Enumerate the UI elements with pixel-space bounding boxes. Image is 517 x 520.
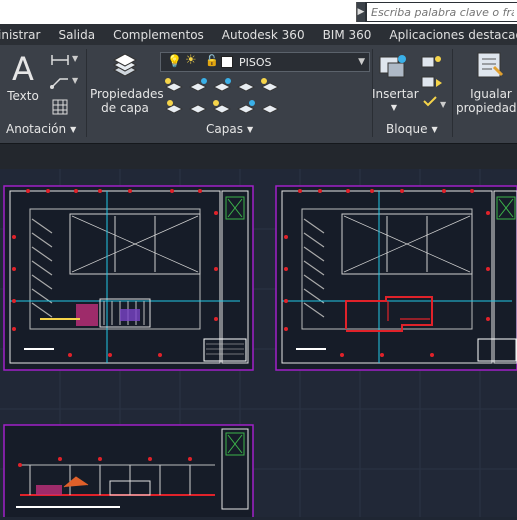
search-box[interactable]: ▶ [356, 2, 517, 22]
file-tab-bar [0, 143, 517, 170]
cad-drawing [0, 169, 517, 520]
tab-bim-360[interactable]: BIM 360 [323, 28, 372, 42]
tab-complementos[interactable]: Complementos [113, 28, 204, 42]
panel-divider [86, 49, 87, 137]
tab-administrar[interactable]: inistrar [0, 28, 40, 42]
layer-color-swatch [221, 56, 233, 68]
ribbon-tabs: inistrar Salida Complementos Autodesk 36… [0, 24, 517, 45]
igualar-label-1: Igualar [470, 87, 512, 101]
anotacion-label: Anotación [6, 122, 67, 136]
svg-text:▼: ▼ [440, 100, 447, 109]
chevron-down-icon: ▼ [431, 124, 438, 134]
chevron-down-icon: ▼ [70, 124, 77, 134]
dimension-icon[interactable] [50, 53, 70, 67]
match-properties-icon [477, 52, 504, 78]
lock-icon: 🔓 [205, 54, 219, 67]
ribbon: A Texto ▼ ▼ Anotación ▼ Propiedades de c… [0, 45, 517, 143]
viewport-bottom-section [3, 424, 254, 520]
dimension-dropdown-icon[interactable]: ▼ [72, 54, 78, 63]
insert-block-icon [379, 55, 406, 78]
drawing-canvas[interactable] [0, 169, 517, 520]
bloque-label: Bloque [386, 122, 428, 136]
texto-label: Texto [7, 89, 39, 103]
propiedades-de-capa-button[interactable]: Propiedades de capa [90, 87, 164, 115]
tab-autodesk-360[interactable]: Autodesk 360 [222, 28, 305, 42]
layer-dropdown[interactable]: 💡 ☀ 🔓 PISOS ▼ [160, 52, 370, 72]
capas-label: Capas [206, 122, 243, 136]
block-tools-icons[interactable]: ▼ [418, 53, 448, 117]
viewport-right-plan [275, 185, 517, 371]
sun-icon: ☀ [185, 53, 197, 68]
chevron-down-icon: ▼ [390, 103, 398, 112]
capas-panel-title[interactable]: Capas ▼ [206, 122, 253, 136]
tab-aplicaciones-destacadas[interactable]: Aplicaciones destacadas [389, 28, 517, 42]
insertar-label: Insertar [372, 87, 419, 101]
insertar-button[interactable]: Insertar ▼ [372, 87, 419, 115]
title-bar: ▶ [0, 0, 517, 24]
tab-salida[interactable]: Salida [58, 28, 95, 42]
current-layer-name: PISOS [239, 55, 272, 69]
bulb-icon: 💡 [167, 54, 182, 68]
anotacion-panel-title[interactable]: Anotación ▼ [6, 122, 76, 136]
layer-tools-icons[interactable] [162, 75, 282, 119]
bloque-panel-title[interactable]: Bloque ▼ [386, 122, 438, 136]
viewport-left-plan [3, 185, 254, 371]
search-input[interactable] [367, 3, 517, 21]
propiedades-label-2: de capa [101, 101, 149, 115]
table-icon[interactable] [52, 99, 68, 115]
propiedades-label-1: Propiedades [90, 87, 164, 101]
texto-button[interactable]: A Texto [6, 51, 40, 103]
leader-dropdown-icon[interactable]: ▼ [72, 76, 78, 85]
layer-properties-icon [112, 53, 138, 77]
panel-divider [452, 49, 453, 137]
chevron-down-icon: ▼ [358, 57, 365, 67]
search-expand-icon[interactable]: ▶ [357, 2, 365, 22]
leader-icon[interactable] [50, 75, 70, 89]
igualar-propiedades-button[interactable]: Igualar propiedades [456, 87, 517, 115]
chevron-down-icon: ▼ [246, 124, 254, 134]
text-a-icon: A [12, 50, 34, 88]
igualar-label-2: propiedades [456, 101, 517, 115]
